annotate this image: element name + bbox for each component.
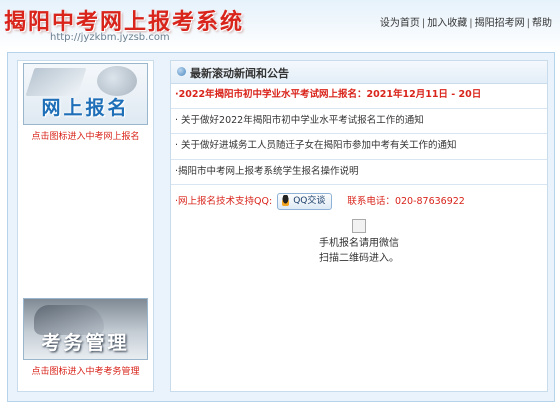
news-item[interactable]: · 关于做好进城务工人员随迁子女在揭阳市参加中考有关工作的通知 [171, 134, 547, 160]
exam-management-label: 考务管理 [41, 332, 130, 354]
news-item[interactable]: · 关于做好2022年揭阳市初中学业水平考试报名工作的通知 [171, 109, 547, 134]
left-sidebar: 网上报名 点击图标进入中考网上报名 考务管理 点击图标进入中考考务管理 [17, 60, 154, 392]
online-registration-label: 网上报名 [41, 97, 130, 119]
divider: | [526, 18, 530, 29]
bullet-icon [177, 67, 186, 76]
tel-number: 020-87636922 [394, 196, 465, 207]
divider: | [469, 18, 473, 29]
exam-management-caption[interactable]: 点击图标进入中考考务管理 [18, 364, 153, 377]
qq-chat-label: QQ交谈 [293, 196, 326, 206]
set-homepage-link[interactable]: 设为首页 [380, 18, 420, 29]
news-panel: 最新滚动新闻和公告 ·2022年揭阳市初中学业水平考试网上报名：2021年12月… [170, 60, 548, 392]
header: 揭阳中考网上报考系统 http://jyzkbm.jyzsb.com 设为首页 |… [0, 0, 560, 50]
banner-decoration [97, 66, 137, 96]
add-favorite-link[interactable]: 加入收藏 [427, 18, 467, 29]
help-link[interactable]: 帮助 [532, 18, 552, 29]
online-registration-banner[interactable]: 网上报名 [23, 63, 148, 125]
top-links: 设为首页 | 加入收藏 | 揭阳招考网 | 帮助 [380, 14, 552, 29]
divider: | [421, 18, 426, 29]
jieyang-exam-link[interactable]: 揭阳招考网 [475, 18, 525, 29]
tel-label: 联系电话： [347, 196, 395, 207]
news-item[interactable]: ·2022年揭阳市初中学业水平考试网上报名：2021年12月11日 - 20日 [171, 83, 547, 109]
qq-chat-button[interactable]: QQ交谈 [277, 193, 333, 210]
qq-penguin-icon [281, 195, 291, 206]
qr-instruction-line: 扫描二维码进入。 [319, 253, 399, 264]
panel-title: 最新滚动新闻和公告 [190, 67, 289, 80]
qr-code-image [352, 219, 366, 233]
qr-instruction-line: 手机报名请用微信 [319, 238, 399, 249]
site-url: http://jyzkbm.jyzsb.com [50, 32, 170, 43]
panel-header: 最新滚动新闻和公告 [171, 61, 547, 84]
banner-decoration [25, 68, 87, 96]
news-item[interactable]: ·揭阳市中考网上报考系统学生报名操作说明 [171, 160, 547, 185]
qr-section: 手机报名请用微信 扫描二维码进入。 [171, 217, 547, 266]
online-registration-caption[interactable]: 点击图标进入中考网上报名 [18, 129, 153, 142]
news-list: ·2022年揭阳市初中学业水平考试网上报名：2021年12月11日 - 20日 … [171, 83, 547, 185]
support-label: ·网上报名技术支持QQ: [175, 196, 273, 207]
exam-management-banner[interactable]: 考务管理 [23, 298, 148, 360]
support-row: ·网上报名技术支持QQ: QQ交谈 联系电话：020-87636922 [175, 192, 465, 212]
